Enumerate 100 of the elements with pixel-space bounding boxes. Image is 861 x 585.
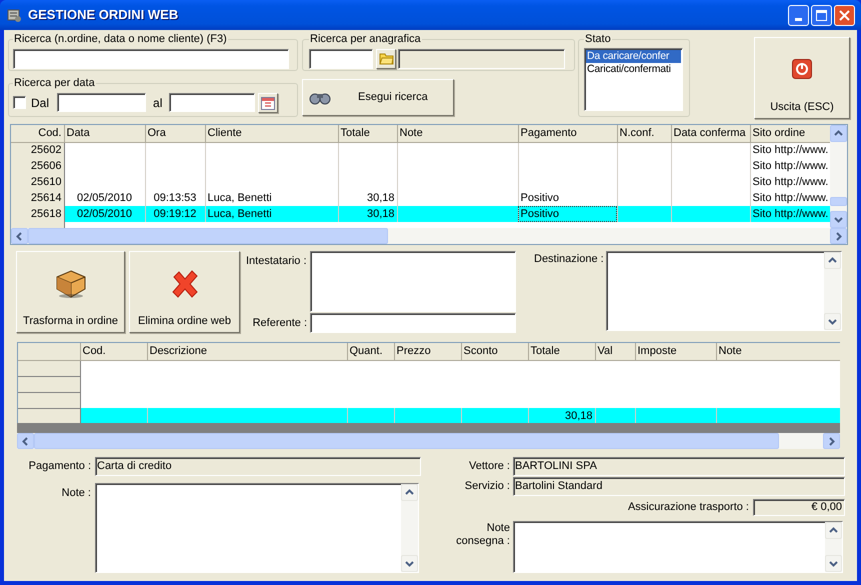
column-header[interactable]: Descrizione (147, 343, 347, 360)
table-row[interactable]: 25618 02/05/2010 09:19:12 Luca, Benetti 30,18 Positivo Sito http://www. (11, 206, 830, 222)
scroll-up-button[interactable] (401, 484, 418, 501)
box-icon (54, 268, 86, 298)
insurance-field: € 0,00 (753, 499, 845, 516)
field-label: Note consegna : (455, 521, 511, 549)
table-row[interactable]: 25606 Sito http://www. (11, 158, 830, 174)
scroll-left-button[interactable] (11, 228, 28, 244)
table-row[interactable]: 25614 02/05/2010 09:13:53 Luca, Benetti 30,18 Positivo Sito http://www. (11, 190, 830, 206)
scroll-up-button[interactable] (830, 125, 847, 142)
referent-field[interactable] (310, 313, 516, 333)
list-item[interactable]: Caricati/confermati (586, 62, 681, 76)
exit-button[interactable]: Uscita (ESC) (754, 37, 850, 119)
cross-icon (170, 268, 200, 298)
column-header[interactable]: Cod. (11, 125, 64, 142)
row-header: 25614 (11, 190, 64, 206)
chevron-up-icon (828, 256, 837, 265)
column-header[interactable]: Totale (338, 125, 397, 142)
chevron-up-icon (405, 488, 414, 497)
scroll-up-button[interactable] (824, 252, 841, 269)
folder-icon (378, 52, 394, 65)
calendar-button[interactable] (258, 92, 278, 112)
scroll-right-button[interactable] (823, 433, 840, 449)
chevron-left-icon (15, 232, 24, 240)
group-label: Stato (584, 32, 612, 47)
date-from-field[interactable] (57, 93, 146, 112)
search-button[interactable]: Esegui ricerca (302, 79, 454, 116)
browse-button[interactable] (376, 48, 396, 68)
search-field[interactable] (13, 48, 289, 68)
chevron-up-icon (834, 129, 843, 138)
chevron-down-icon (405, 559, 414, 568)
notes-field[interactable] (95, 483, 419, 573)
registry-code-field[interactable] (309, 48, 373, 68)
date-to-field[interactable] (169, 93, 256, 112)
scroll-thumb[interactable] (28, 228, 388, 244)
chevron-up-icon (829, 526, 838, 535)
power-icon (792, 58, 812, 78)
column-header[interactable]: Note (716, 343, 840, 360)
table-row[interactable]: 30,18 (18, 408, 840, 423)
table-row[interactable]: 25602 Sito http://www. (11, 142, 830, 158)
scroll-down-button[interactable] (825, 555, 842, 572)
field-label: al (153, 94, 162, 112)
column-header[interactable]: Ora (145, 125, 205, 142)
scroll-down-button[interactable] (830, 211, 847, 228)
minimize-button[interactable] (788, 4, 809, 26)
scroll-down-button[interactable] (401, 555, 418, 572)
delivery-notes-field[interactable] (513, 521, 843, 573)
column-header[interactable]: N.conf. (617, 125, 671, 142)
chevron-down-icon (828, 317, 837, 326)
table-cell: 09:19:12 (145, 206, 205, 222)
vertical-scrollbar[interactable] (825, 522, 842, 572)
column-header[interactable]: Cod. (80, 343, 147, 360)
payment-field: Carta di credito (95, 457, 421, 476)
checkbox-label: Dal (31, 94, 50, 112)
column-header[interactable]: Sconto (461, 343, 528, 360)
column-header[interactable]: Note (397, 125, 518, 142)
list-item[interactable]: Da caricare/confer (586, 50, 681, 62)
column-header[interactable]: Cliente (205, 125, 338, 142)
group-label: Ricerca per anagrafica (309, 32, 422, 47)
column-header[interactable]: Imposte (635, 343, 716, 360)
column-header[interactable]: Data conferma (671, 125, 750, 142)
carrier-field: BARTOLINI SPA (513, 457, 845, 476)
row-header: 25610 (11, 174, 64, 190)
column-header[interactable]: Data (64, 125, 145, 142)
chevron-right-icon (834, 232, 843, 240)
scroll-left-button[interactable] (17, 433, 34, 449)
column-header[interactable]: Sito ordine (750, 125, 830, 142)
field-label: Assicurazione trasporto : (628, 500, 750, 516)
column-header (18, 343, 80, 360)
scroll-down-button[interactable] (824, 313, 841, 330)
vertical-scrollbar[interactable] (401, 484, 418, 572)
maximize-button[interactable] (811, 4, 832, 26)
holder-field[interactable] (310, 251, 516, 312)
field-label: Note : (60, 486, 92, 501)
column-header[interactable]: Totale (528, 343, 595, 360)
field-label: Destinazione : (534, 252, 605, 267)
table-cell: Positivo (518, 206, 617, 222)
field-label: Vettore : (468, 459, 511, 474)
column-header[interactable]: Val (595, 343, 635, 360)
close-icon (839, 10, 850, 20)
vertical-scrollbar[interactable] (830, 125, 847, 228)
group-label: Ricerca (n.ordine, data o nome cliente) (F3) (13, 32, 228, 47)
checkbox[interactable] (13, 96, 26, 109)
convert-button[interactable]: Trasforma in ordine (16, 251, 125, 333)
scroll-thumb[interactable] (830, 197, 847, 206)
field-label: Pagamento : (28, 459, 92, 474)
table-row[interactable]: 25610 Sito http://www. (11, 174, 830, 190)
chevron-down-icon (834, 215, 843, 224)
column-header[interactable]: Pagamento (518, 125, 617, 142)
column-header[interactable]: Quant. (347, 343, 394, 360)
horizontal-scrollbar[interactable] (11, 228, 847, 244)
delete-button[interactable]: Elimina ordine web (129, 251, 240, 333)
scroll-right-button[interactable] (830, 228, 847, 244)
scroll-up-button[interactable] (825, 522, 842, 539)
column-header[interactable]: Prezzo (394, 343, 461, 360)
vertical-scrollbar[interactable] (824, 252, 841, 330)
close-button[interactable] (834, 4, 855, 26)
row-header: 25618 (11, 206, 64, 222)
row-header: 25602 (11, 142, 64, 158)
destination-field[interactable] (606, 251, 842, 331)
